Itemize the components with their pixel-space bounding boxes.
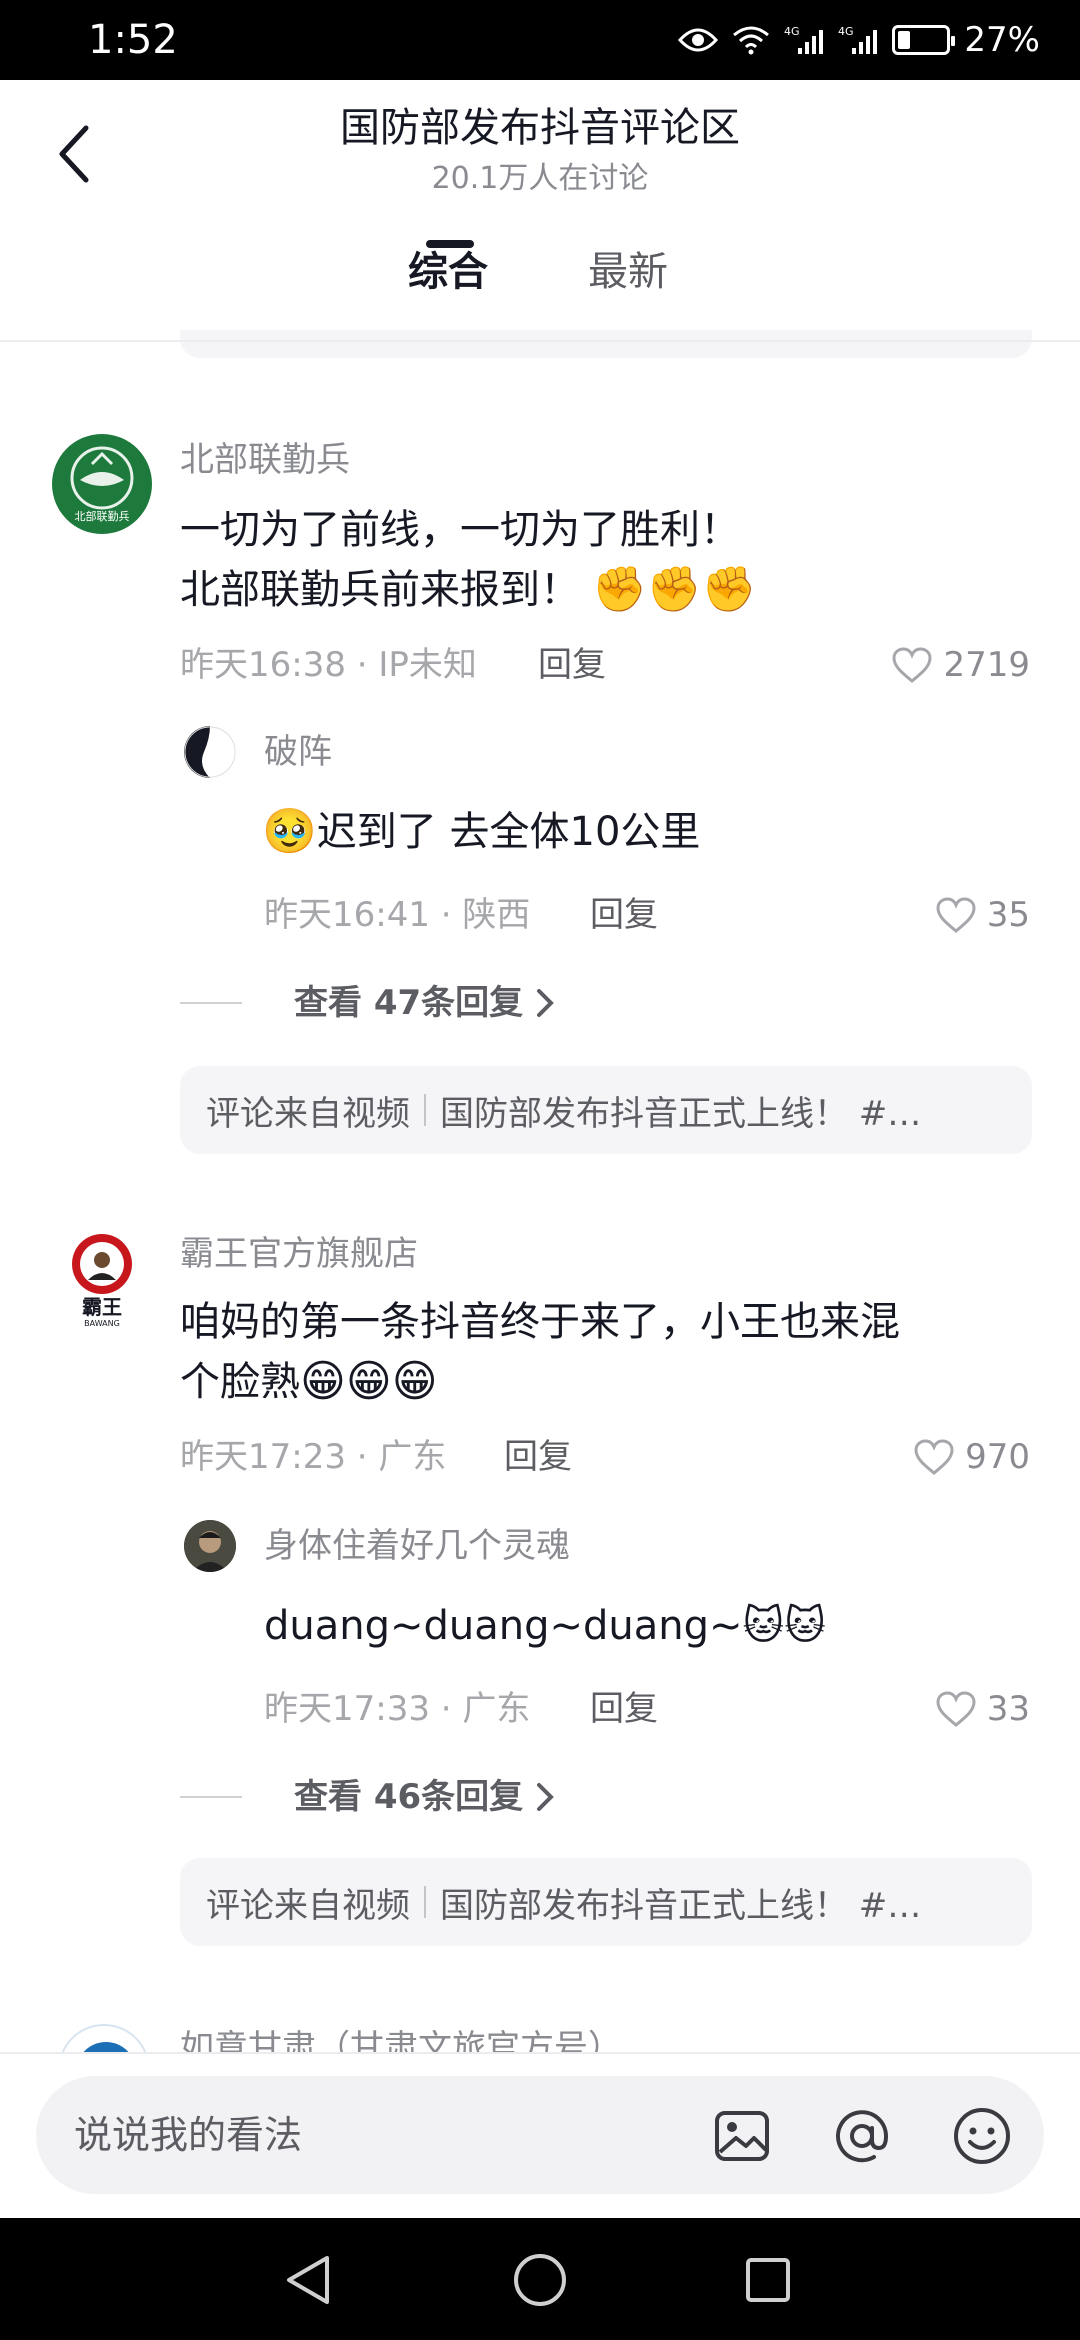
comment-item-partial: 如意甘肃（甘肃文旅官方号） [0, 0, 1080, 2052]
image-icon[interactable] [710, 2104, 774, 2168]
avatar[interactable] [58, 2024, 150, 2052]
recents-square-icon[interactable] [736, 2248, 800, 2312]
comment-input[interactable]: 说说我的看法 [36, 2076, 1044, 2194]
comment-author[interactable]: 如意甘肃（甘肃文旅官方号） [180, 2024, 622, 2052]
comment-input-bar: 说说我的看法 [0, 2052, 1080, 2218]
emoji-icon[interactable] [950, 2104, 1014, 2168]
back-triangle-icon[interactable] [276, 2248, 340, 2312]
emblem-icon [83, 2042, 129, 2052]
home-circle-icon[interactable] [508, 2248, 572, 2312]
at-icon[interactable] [830, 2104, 894, 2168]
input-placeholder: 说说我的看法 [74, 2113, 303, 2157]
system-nav-bar [0, 2218, 1080, 2340]
